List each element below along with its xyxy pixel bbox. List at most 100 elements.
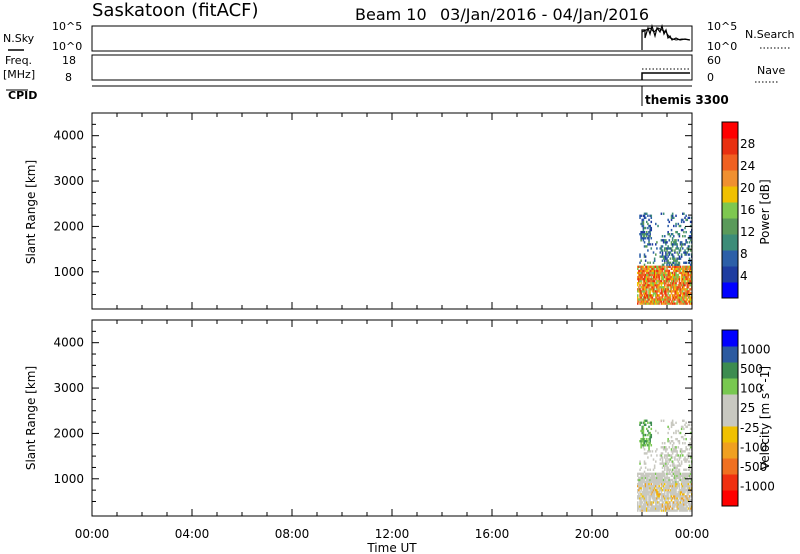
power-cell: [675, 284, 677, 287]
velocity-cell: [685, 468, 687, 471]
power-cell: [656, 241, 658, 244]
power-panel: 4000 3000 2000 1000 Slant Range [km] 28 24 20…: [24, 112, 772, 310]
freq-panel: Freq. [MHz] 18 8 60 0 Nave: [3, 54, 785, 84]
velocity-cell: [674, 505, 676, 508]
velocity-cell: [676, 437, 678, 441]
power-cell: [643, 271, 646, 275]
velocity-cell: [666, 474, 668, 478]
velocity-cell: [664, 442, 666, 445]
power-cell: [666, 267, 668, 271]
noise-sky-label: N.Sky: [3, 32, 35, 45]
power-echoes: [637, 212, 693, 305]
power-cell: [653, 259, 656, 262]
velocity-cell: [673, 423, 675, 427]
power-cell: [637, 302, 639, 305]
power-cell: [676, 259, 678, 262]
velocity-cell: [678, 458, 681, 461]
velocity-cell: [647, 456, 649, 459]
velocity-cell: [647, 507, 649, 510]
power-cell: [676, 302, 678, 305]
velocity-cell: [669, 468, 672, 471]
velocity-cell: [639, 460, 641, 463]
power-cell: [667, 259, 669, 262]
power-cell: [643, 263, 646, 266]
velocity-cell: [661, 499, 664, 502]
velocity-cell: [684, 491, 686, 494]
velocity-cell: [648, 444, 650, 447]
power-cell: [664, 286, 666, 289]
velocity-cell: [686, 509, 689, 512]
velocity-cell: [670, 454, 673, 457]
power-cell: [637, 294, 639, 297]
power-cell: [667, 245, 669, 248]
power-frame: [91, 112, 693, 310]
velocity-cell: [683, 419, 685, 422]
velocity-cell: [669, 501, 672, 504]
power-cell: [638, 282, 640, 285]
velocity-cell: [640, 421, 642, 424]
velocity-cell: [676, 450, 678, 453]
power-cell: [670, 218, 673, 222]
power-cell: [667, 218, 669, 222]
velocity-cell: [643, 470, 646, 473]
power-cell: [661, 269, 664, 273]
velocity-cell: [647, 433, 649, 437]
velocity-cell: [641, 482, 644, 486]
colorbar-tick-label: -25: [740, 421, 760, 435]
power-cell: [639, 216, 641, 220]
velocity-cell: [680, 462, 683, 465]
beam-label: Beam 10: [355, 5, 427, 24]
y-tick-label: 4000: [53, 336, 84, 350]
power-cell: [646, 230, 648, 234]
velocity-cell: [650, 482, 653, 486]
power-cell: [684, 243, 686, 246]
velocity-cell: [669, 505, 672, 508]
velocity-cell: [660, 419, 663, 422]
power-cell: [664, 249, 666, 252]
power-cell: [667, 230, 669, 234]
power-cell: [649, 235, 651, 238]
power-cell: [670, 247, 673, 250]
power-cell: [675, 261, 677, 264]
power-cell: [667, 224, 669, 228]
velocity-cell: [686, 495, 689, 498]
power-cell: [674, 257, 676, 260]
power-cell: [689, 249, 692, 252]
freq-right-tick-top: 60: [707, 54, 721, 67]
velocity-cell: [642, 427, 645, 431]
power-cell: [650, 228, 653, 232]
velocity-cell: [666, 448, 668, 451]
velocity-cell: [646, 497, 648, 500]
noise-left-tick-top: 10^5: [52, 20, 82, 33]
velocity-cell: [666, 456, 668, 459]
power-cell: [649, 292, 651, 295]
velocity-cell: [686, 448, 689, 451]
colorbar-swatch: [722, 442, 738, 459]
velocity-cell: [685, 503, 687, 506]
velocity-cell: [680, 427, 683, 431]
power-cell: [640, 282, 642, 285]
power-cell: [660, 279, 663, 283]
velocity-cell: [689, 446, 692, 449]
velocity-cell: [668, 460, 671, 463]
power-cell: [648, 286, 650, 289]
velocity-cell: [666, 501, 668, 504]
velocity-cell: [685, 460, 687, 463]
power-cell: [656, 277, 658, 281]
colorbar-swatch: [722, 138, 738, 155]
power-cell: [671, 239, 674, 242]
velocity-cell: [664, 466, 666, 469]
power-cell: [673, 300, 675, 303]
power-cell: [685, 253, 687, 256]
power-cell: [685, 261, 687, 264]
colorbar-swatch: [722, 426, 738, 443]
velocity-panel: 4000300020001000 Slant Range [km] 100050…: [24, 319, 775, 517]
power-cell: [652, 294, 655, 297]
power-cell: [688, 241, 691, 244]
velocity-cell: [675, 448, 677, 451]
velocity-cell: [675, 431, 677, 435]
power-cell: [685, 300, 687, 303]
x-tick-label: 04:00: [175, 527, 210, 541]
velocity-cell: [664, 474, 666, 478]
freq-right-tick-bottom: 0: [707, 71, 714, 84]
